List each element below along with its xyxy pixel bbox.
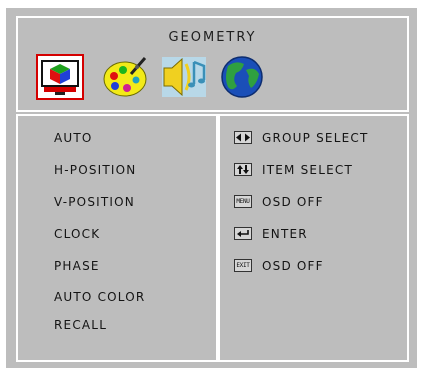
help-label-exit-osd-off: OSD OFF — [262, 258, 324, 273]
color-palette-icon[interactable] — [101, 54, 149, 100]
header-panel: GEOMETRY — [16, 16, 409, 112]
menu-list-panel: AUTO H-POSITION V-POSITION CLOCK PHASE A… — [16, 114, 218, 362]
exit-key: EXIT — [234, 259, 252, 272]
menu-item-auto-color[interactable]: AUTO COLOR — [54, 290, 145, 304]
enter-arrow-icon — [234, 227, 252, 240]
help-row-group-select: GROUP SELECT — [234, 130, 369, 145]
menu-item-v-position[interactable]: V-POSITION — [54, 195, 135, 209]
help-row-item-select: ITEM SELECT — [234, 162, 353, 177]
globe-icon[interactable] — [218, 54, 266, 100]
menu-key: MENU — [234, 195, 252, 208]
left-right-arrows-icon — [234, 131, 252, 144]
up-down-arrows-icon — [234, 163, 252, 176]
menu-item-clock[interactable]: CLOCK — [54, 227, 100, 241]
menu-item-recall[interactable]: RECALL — [54, 318, 107, 332]
help-row-enter: ENTER — [234, 226, 308, 241]
menu-item-auto[interactable]: AUTO — [54, 131, 93, 145]
menu-item-phase[interactable]: PHASE — [54, 259, 100, 273]
help-label-enter: ENTER — [262, 226, 308, 241]
osd-menu-window: GEOMETRY AUTO H-POSITION V-POSITION CLOC… — [6, 8, 417, 368]
help-row-menu: MENU OSD OFF — [234, 194, 324, 209]
help-label-menu-osd-off: OSD OFF — [262, 194, 324, 209]
menu-item-h-position[interactable]: H-POSITION — [54, 163, 136, 177]
key-help-panel: GROUP SELECT ITEM SELECT MENU OSD OFF EN… — [218, 114, 409, 362]
audio-icon[interactable] — [160, 54, 208, 100]
help-label-item-select: ITEM SELECT — [262, 162, 353, 177]
geometry-icon[interactable] — [36, 54, 84, 100]
help-label-group-select: GROUP SELECT — [262, 130, 369, 145]
help-row-exit: EXIT OSD OFF — [234, 258, 324, 273]
page-title: GEOMETRY — [168, 30, 257, 45]
